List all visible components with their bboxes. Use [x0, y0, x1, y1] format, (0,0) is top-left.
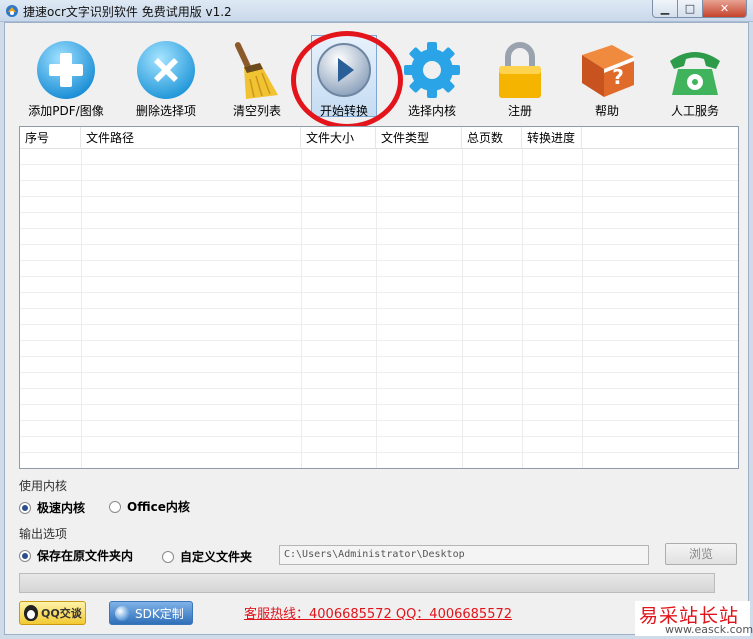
- delete-selected-button[interactable]: 删除选择项: [121, 35, 211, 119]
- browse-button[interactable]: 浏览: [665, 543, 737, 565]
- column-divider: [81, 149, 82, 468]
- broom-icon: [234, 42, 278, 99]
- radio-label: 保存在原文件夹内: [37, 549, 134, 563]
- radio-office-engine[interactable]: Office内核: [109, 498, 190, 515]
- telephone-icon: [670, 52, 720, 95]
- sdk-custom-button[interactable]: SDK定制: [109, 601, 193, 625]
- tool-label: 帮助: [594, 104, 619, 118]
- tool-label: 注册: [507, 104, 532, 118]
- table-body[interactable]: [20, 149, 738, 468]
- add-icon: [37, 41, 95, 99]
- sdk-label: SDK定制: [135, 606, 184, 621]
- radio-dot: [19, 501, 31, 514]
- table-header: 序号 文件路径 文件大小 文件类型 总页数 转换进度: [20, 127, 738, 149]
- radio-label: 自定义文件夹: [180, 550, 253, 564]
- window-title: 捷速ocr文字识别软件 免费试用版 v1.2: [23, 5, 232, 19]
- col-header[interactable]: 文件类型: [376, 127, 462, 149]
- tool-label: 人工服务: [670, 104, 719, 118]
- add-pdf-image-button[interactable]: 添加PDF/图像: [21, 35, 111, 119]
- radio-fast-engine[interactable]: 极速内核: [19, 499, 85, 516]
- qq-chat-button[interactable]: QQ交谈: [19, 601, 86, 625]
- register-button[interactable]: 注册: [475, 35, 565, 119]
- watermark-en: www.easck.com: [665, 623, 753, 636]
- column-divider: [582, 149, 583, 468]
- radio-save-original-folder[interactable]: 保存在原文件夹内: [19, 547, 133, 564]
- tool-label: 删除选择项: [135, 104, 196, 118]
- tool-label: 添加PDF/图像: [28, 104, 104, 118]
- title-bar[interactable]: 捷速ocr文字识别软件 免费试用版 v1.2 ▁ □ ✕: [0, 0, 753, 22]
- output-section-title: 输出选项: [19, 527, 68, 541]
- watermark: 易采站长站 www.easck.com: [635, 601, 753, 636]
- radio-dot: [19, 549, 31, 562]
- column-divider: [522, 149, 523, 468]
- radio-dot: [109, 500, 121, 513]
- tool-label: 清空列表: [232, 104, 281, 118]
- help-book-icon: ?: [582, 45, 634, 97]
- radio-dot: [162, 550, 174, 563]
- service-hotline-link[interactable]: 客服热线：4006685572 QQ：4006685572: [244, 603, 512, 622]
- delete-icon: [137, 41, 195, 99]
- minimize-button[interactable]: ▁: [652, 0, 678, 18]
- globe-icon: [115, 605, 130, 621]
- col-header[interactable]: 序号: [20, 127, 81, 149]
- main-window: 添加PDF/图像 删除选择项 清空列表 开始转换 选择内核 注册 ? 帮助 人工…: [4, 22, 753, 636]
- close-button[interactable]: ✕: [703, 0, 747, 18]
- gear-icon: [404, 42, 460, 98]
- engine-section-title: 使用内核: [19, 479, 68, 493]
- col-header[interactable]: 文件路径: [81, 127, 301, 149]
- col-header[interactable]: 文件大小: [301, 127, 376, 149]
- col-header[interactable]: 总页数: [462, 127, 522, 149]
- app-icon: [6, 5, 18, 17]
- column-divider: [301, 149, 302, 468]
- column-divider: [462, 149, 463, 468]
- clear-list-button[interactable]: 清空列表: [212, 35, 302, 119]
- lock-icon: [499, 42, 541, 98]
- conversion-progress-bar: [19, 573, 715, 593]
- radio-label: 极速内核: [37, 501, 86, 515]
- output-path-input[interactable]: C:\Users\Administrator\Desktop: [279, 545, 649, 565]
- radio-label: Office内核: [127, 500, 190, 514]
- help-button[interactable]: ? 帮助: [562, 35, 652, 119]
- maximize-button[interactable]: □: [678, 0, 703, 18]
- qq-label: QQ交谈: [41, 607, 82, 620]
- highlight-circle: [291, 31, 403, 129]
- column-divider: [376, 149, 377, 468]
- svg-text:?: ?: [612, 65, 624, 89]
- manual-service-button[interactable]: 人工服务: [650, 35, 740, 119]
- toolbar: 添加PDF/图像 删除选择项 清空列表 开始转换 选择内核 注册 ? 帮助 人工…: [5, 23, 748, 129]
- tool-label: 选择内核: [407, 104, 456, 118]
- file-list-table[interactable]: 序号 文件路径 文件大小 文件类型 总页数 转换进度: [19, 126, 739, 469]
- col-header[interactable]: 转换进度: [522, 127, 582, 149]
- radio-custom-folder[interactable]: 自定义文件夹: [162, 548, 252, 565]
- qq-penguin-icon: [24, 605, 38, 621]
